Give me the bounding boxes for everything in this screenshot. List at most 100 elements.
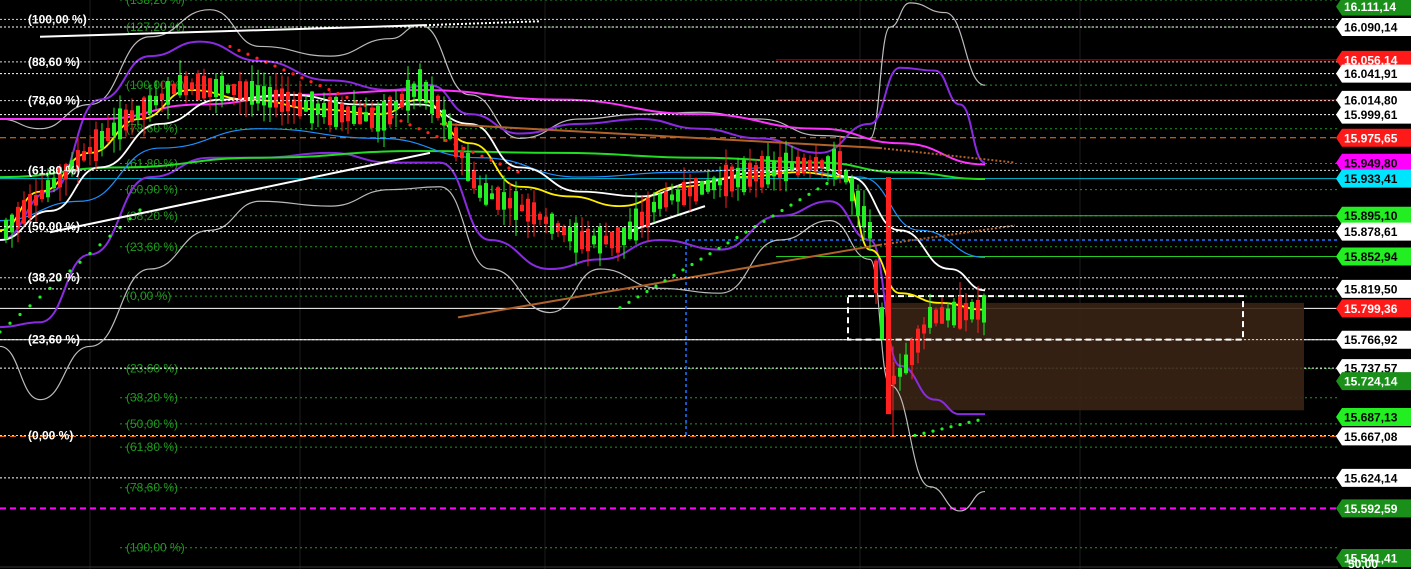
candle-body xyxy=(418,69,422,102)
candle-body xyxy=(310,91,314,124)
candle-body xyxy=(526,198,530,222)
candle-body xyxy=(568,227,572,242)
candle-body xyxy=(478,185,482,198)
parabolic-dot-green xyxy=(735,235,739,240)
fib-left-label: (61,80 %) xyxy=(28,163,80,177)
parabolic-dot-green xyxy=(88,251,92,256)
candle-body xyxy=(22,200,26,224)
fib-left-label: (88,60 %) xyxy=(28,55,80,69)
parabolic-dot-green xyxy=(8,321,12,325)
candle-body xyxy=(148,95,152,114)
candle-body xyxy=(490,193,494,200)
candle-body xyxy=(952,301,956,326)
candle-body xyxy=(922,324,926,334)
parabolic-dot-green xyxy=(780,208,784,213)
candle-body xyxy=(748,162,752,187)
candle-body xyxy=(460,150,464,159)
candle-body xyxy=(232,84,236,95)
candle-body xyxy=(376,105,380,132)
candle-body xyxy=(928,306,932,328)
price-tag-text: 15.975,65 xyxy=(1344,131,1398,145)
candle-body xyxy=(856,190,860,216)
fib-left-label: (78,60 %) xyxy=(28,94,80,108)
price-tag-text: 15.687,13 xyxy=(1344,410,1398,424)
candle-body xyxy=(604,235,608,245)
candle-body xyxy=(904,354,908,374)
price-tag-text: 16.111,14 xyxy=(1344,0,1396,14)
candle-body xyxy=(250,81,254,105)
parabolic-dot-green xyxy=(636,295,640,299)
parabolic-dot-green xyxy=(976,418,980,422)
price-axis: 16.111,1416.090,1416.056,1416.041,9116.0… xyxy=(1336,0,1411,569)
price-tag: 15.975,65 xyxy=(1336,128,1411,147)
fib-green-label: (50,00 %) xyxy=(126,417,178,431)
candle-body xyxy=(676,189,680,202)
candle-body xyxy=(286,91,290,112)
candle-body xyxy=(52,177,56,189)
parabolic-dot-green xyxy=(807,192,811,196)
fib-green-label: (23,60 %) xyxy=(126,362,178,376)
candle-body xyxy=(448,120,452,139)
price-tag: 16.111,14 xyxy=(1336,0,1411,16)
candle-body xyxy=(652,201,656,213)
parabolic-dot-red xyxy=(498,162,502,166)
candle-body xyxy=(724,164,728,197)
candle-body xyxy=(982,295,986,323)
candle-body xyxy=(496,187,500,210)
parabolic-dot-green xyxy=(627,300,631,304)
candle-body xyxy=(694,177,698,202)
price-tag: 16.041,91 xyxy=(1336,64,1411,83)
price-tag: 16.090,14 xyxy=(1336,17,1411,36)
candle-body xyxy=(316,103,320,115)
parabolic-dot-green xyxy=(922,431,926,435)
price-tag-text: 15.878,61 xyxy=(1344,225,1398,239)
candle-body xyxy=(658,193,662,209)
trendline-brown-upper xyxy=(439,122,881,150)
candle-body xyxy=(40,189,44,200)
candle-body xyxy=(706,179,710,192)
price-tag: 15.592,59 xyxy=(1336,499,1411,518)
parabolic-dot-red xyxy=(417,127,421,131)
candle-body xyxy=(88,146,92,155)
price-tag: 15.819,50 xyxy=(1336,279,1411,298)
candle-body xyxy=(208,78,212,97)
price-chart[interactable]: (138,20 %)(127,20 %)(100,00 %)(78,60 %)(… xyxy=(0,0,1411,569)
parabolic-dot-green xyxy=(78,260,82,264)
parabolic-dot-green xyxy=(128,217,132,221)
price-tag: 15.999,61 xyxy=(1336,105,1411,124)
price-tag-text: 16.014,80 xyxy=(1344,93,1398,107)
price-tag-text: 15.933,41 xyxy=(1344,172,1398,186)
candle-body xyxy=(406,79,410,111)
fib-green-label: (78,60 %) xyxy=(126,122,178,136)
candle-body xyxy=(484,183,488,205)
parabolic-dot-red xyxy=(237,48,241,52)
candle-body xyxy=(412,83,416,97)
parabolic-dot-red xyxy=(408,123,412,127)
parabolic-dot-red xyxy=(336,91,340,96)
parabolic-dot-red xyxy=(309,80,313,84)
candle-body xyxy=(82,151,86,161)
parabolic-dot-red xyxy=(444,138,448,143)
candle-body xyxy=(808,160,812,170)
parabolic-dot-red xyxy=(399,119,403,123)
candle-body xyxy=(244,81,248,102)
parabolic-dot-red xyxy=(300,76,304,80)
parabolic-dot-red xyxy=(282,68,286,72)
candle-body xyxy=(166,81,170,105)
candle-body xyxy=(124,109,128,131)
parabolic-dot-green xyxy=(48,286,52,290)
candle-body xyxy=(508,198,512,209)
candle-body xyxy=(502,192,506,210)
candle-body xyxy=(214,79,218,98)
parabolic-dot-red xyxy=(273,64,277,68)
parabolic-dot-green xyxy=(108,234,112,238)
candle-body xyxy=(562,226,566,236)
parabolic-dot-green xyxy=(28,304,32,308)
price-tag-text: 15.592,59 xyxy=(1344,502,1398,516)
parabolic-dot-green xyxy=(967,420,971,424)
fib-green-label: (23,60 %) xyxy=(126,240,178,254)
fib-left-label: (38,20 %) xyxy=(28,271,80,285)
candle-body xyxy=(826,156,830,171)
candle-body xyxy=(178,74,182,96)
price-tag: 15.667,08 xyxy=(1336,427,1411,446)
